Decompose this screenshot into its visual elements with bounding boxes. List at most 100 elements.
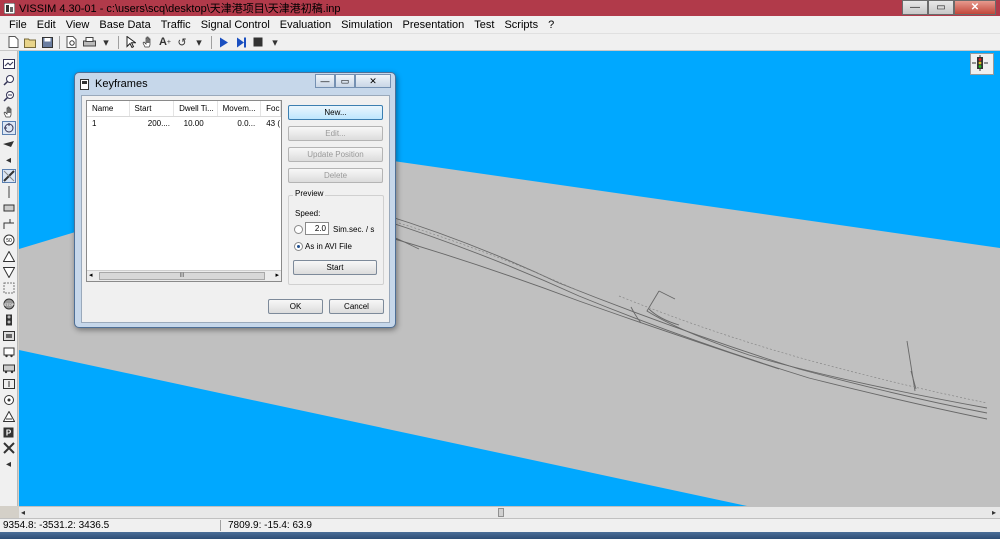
rotate-icon[interactable]: ↺ <box>175 35 189 49</box>
column-header-name[interactable]: Name <box>87 101 130 116</box>
keyframes-list[interactable]: Name Start Dwell Ti... Movem... Foc 1 20… <box>86 100 282 282</box>
scroll-thumb[interactable] <box>498 508 504 517</box>
scroll-left-icon[interactable]: ◂ <box>89 271 93 279</box>
column-header-dwell-time[interactable]: Dwell Ti... <box>174 101 218 116</box>
update-position-button[interactable]: Update Position <box>288 147 383 162</box>
fly-icon[interactable] <box>2 137 16 151</box>
title-bar: VISSIM 4.30-01 - c:\users\scq\desktop\天津… <box>0 0 1000 16</box>
routing-icon[interactable] <box>2 217 16 231</box>
minimize-button[interactable]: — <box>902 0 928 15</box>
edit-keyframe-button[interactable]: Edit... <box>288 126 383 141</box>
list-item[interactable]: 1 200.... 10.00 0.0... 43 ( <box>87 117 281 131</box>
column-header-start[interactable]: Start <box>130 101 175 116</box>
travel-time-icon[interactable] <box>2 409 16 423</box>
delete-keyframe-button[interactable]: Delete <box>288 168 383 183</box>
new-keyframe-button[interactable]: New... <box>288 105 383 120</box>
maximize-button[interactable]: ▭ <box>928 0 954 15</box>
scroll-right-icon[interactable]: ▸ <box>275 271 279 279</box>
small-arrow-icon[interactable]: ◂ <box>2 457 16 471</box>
zoom-out-icon[interactable] <box>2 89 16 103</box>
menu-bar: File Edit View Base Data Traffic Signal … <box>0 16 1000 33</box>
speed-radio[interactable] <box>294 225 303 234</box>
stop-sign-icon[interactable]: STOP <box>2 297 16 311</box>
node-icon[interactable] <box>2 393 16 407</box>
traffic-signal-widget[interactable] <box>970 53 994 75</box>
dialog-maximize-button[interactable]: ▭ <box>335 74 355 88</box>
menu-traffic[interactable]: Traffic <box>156 19 196 31</box>
toolbar-separator <box>118 35 119 49</box>
cursor-world-coordinates: 9354.8: -3531.2: 3436.5 <box>3 520 110 531</box>
menu-file[interactable]: File <box>4 19 32 31</box>
speed-input[interactable]: 2.0 <box>305 222 329 235</box>
zoom-in-icon[interactable] <box>2 73 16 87</box>
play-icon[interactable] <box>217 35 231 49</box>
preview-group: Preview Speed: 2.0 Sim.sec. / s As in AV… <box>288 189 384 285</box>
column-header-focus[interactable]: Foc <box>261 101 281 116</box>
menu-view[interactable]: View <box>61 19 95 31</box>
parking-lot-icon[interactable] <box>2 377 16 391</box>
open-file-icon[interactable] <box>23 35 37 49</box>
step-icon[interactable] <box>234 35 248 49</box>
dialog-minimize-button[interactable]: — <box>315 74 335 88</box>
zoom-window-icon[interactable] <box>2 57 16 71</box>
stop-icon[interactable] <box>251 35 265 49</box>
warning-triangle-icon[interactable] <box>2 249 16 263</box>
pan-hand-icon[interactable] <box>141 35 155 49</box>
select-arrow-icon[interactable] <box>124 35 138 49</box>
parking-sign-icon[interactable]: P <box>2 425 16 439</box>
links-icon[interactable] <box>1 169 16 183</box>
menu-simulation[interactable]: Simulation <box>336 19 397 31</box>
small-arrow-icon[interactable]: ◂ <box>2 153 16 167</box>
speed-unit-label: Sim.sec. / s <box>333 225 375 234</box>
print-icon[interactable] <box>82 35 96 49</box>
svg-text:50: 50 <box>6 238 12 244</box>
dropdown-arrow-icon[interactable]: ▾ <box>99 35 113 49</box>
os-taskbar <box>0 532 1000 539</box>
avi-file-radio[interactable] <box>294 242 303 251</box>
menu-evaluation[interactable]: Evaluation <box>275 19 336 31</box>
vehicle-input-icon[interactable] <box>2 201 16 215</box>
save-icon[interactable] <box>40 35 54 49</box>
scroll-left-icon[interactable]: ◂ <box>21 508 25 517</box>
dropdown-arrow-icon[interactable]: ▾ <box>192 35 206 49</box>
vissim-app-icon <box>3 2 15 14</box>
print-preview-icon[interactable] <box>65 35 79 49</box>
scroll-thumb[interactable]: III <box>99 272 265 280</box>
connector-icon[interactable] <box>2 185 16 199</box>
cross-tool-icon[interactable] <box>2 441 16 455</box>
detector-icon[interactable] <box>2 329 16 343</box>
new-file-icon[interactable] <box>6 35 20 49</box>
speed-decision-icon[interactable]: 50 <box>2 233 16 247</box>
start-preview-button[interactable]: Start <box>293 260 377 275</box>
dropdown-arrow-icon[interactable]: ▾ <box>268 35 282 49</box>
cancel-button[interactable]: Cancel <box>329 299 384 314</box>
menu-test[interactable]: Test <box>469 19 499 31</box>
scroll-right-icon[interactable]: ▸ <box>992 508 996 517</box>
column-header-movement[interactable]: Movem... <box>218 101 262 116</box>
menu-base-data[interactable]: Base Data <box>94 19 155 31</box>
close-button[interactable]: ✕ <box>954 0 996 15</box>
menu-scripts[interactable]: Scripts <box>499 19 543 31</box>
list-horizontal-scrollbar[interactable]: ◂ III ▸ <box>87 270 281 281</box>
dialog-close-button[interactable]: ✕ <box>355 74 391 88</box>
transit-stop-icon[interactable] <box>2 345 16 359</box>
main-toolbar: ▾ A + ↺ ▾ ▾ <box>0 33 1000 51</box>
cell-focus: 43 ( <box>266 119 280 128</box>
menu-signal-control[interactable]: Signal Control <box>196 19 275 31</box>
status-divider <box>220 520 221 531</box>
menu-presentation[interactable]: Presentation <box>398 19 470 31</box>
yield-triangle-icon[interactable] <box>2 265 16 279</box>
transit-line-icon[interactable] <box>2 361 16 375</box>
menu-help[interactable]: ? <box>543 19 559 31</box>
camera-coordinates: 7809.9: -15.4: 63.9 <box>228 520 312 531</box>
rotate-view-icon[interactable] <box>1 121 16 135</box>
canvas-horizontal-scrollbar[interactable]: ◂ ▸ <box>19 506 1000 518</box>
hand-icon[interactable] <box>2 105 16 119</box>
traffic-light-icon <box>972 55 988 71</box>
ok-button[interactable]: OK <box>268 299 323 314</box>
priority-rule-icon[interactable] <box>2 281 16 295</box>
signal-head-icon[interactable] <box>2 313 16 327</box>
svg-text:STOP: STOP <box>3 302 14 307</box>
menu-edit[interactable]: Edit <box>32 19 61 31</box>
text-size-icon[interactable]: A + <box>158 35 172 49</box>
